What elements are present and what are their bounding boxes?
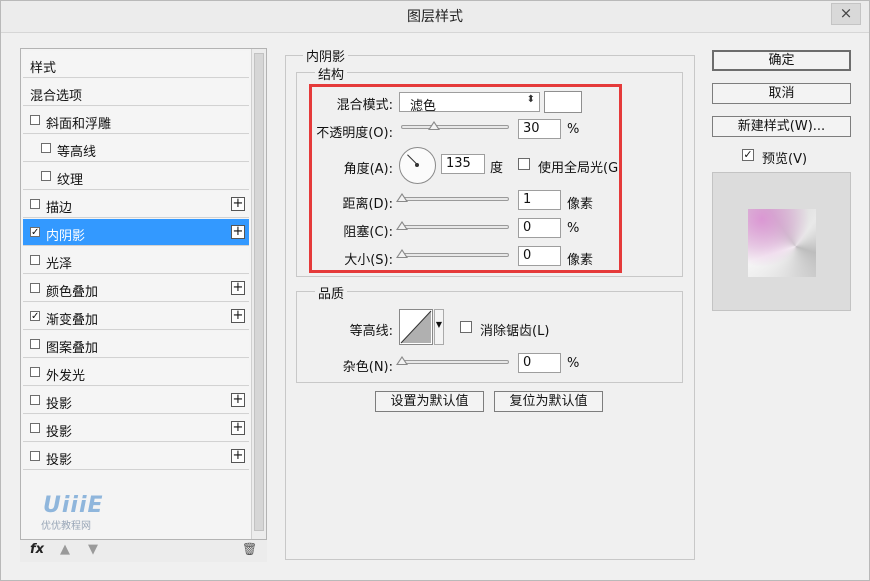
watermark-logo: UiiiE 优优教程网 (39, 493, 119, 533)
add-effect-plus-icon[interactable]: + (231, 225, 245, 239)
styles-list: 样式混合选项斜面和浮雕等高线纹理描边 + ✓ 内阴影 + 光泽颜色叠加 + ✓ 渐变叠加 + 图案叠… (21, 49, 251, 539)
style-list-item[interactable]: 光泽 (23, 247, 249, 274)
style-item-checkbox[interactable] (30, 451, 40, 461)
style-item-label: 颜色叠加 (46, 285, 99, 300)
noise-label: 杂色(N): (342, 360, 393, 375)
style-item-label: 描边 (46, 201, 73, 216)
antialias-label: 消除锯齿(L) (480, 324, 550, 339)
style-list-item[interactable]: 等高线 (23, 135, 249, 162)
style-item-checkbox[interactable] (30, 339, 40, 349)
add-effect-plus-icon[interactable]: + (231, 449, 245, 463)
add-effect-plus-icon[interactable]: + (231, 421, 245, 435)
style-item-checkbox[interactable] (30, 395, 40, 405)
add-effect-plus-icon[interactable]: + (231, 309, 245, 323)
noise-slider[interactable] (396, 356, 509, 365)
preview-label: 预览(V) (762, 152, 808, 167)
style-list-item[interactable]: ✓ 渐变叠加 + (23, 303, 249, 330)
structure-title: 结构 (315, 64, 348, 83)
style-item-label: 外发光 (46, 369, 86, 384)
contour-picker[interactable] (399, 309, 433, 345)
layer-style-dialog: 图层样式 × 样式混合选项斜面和浮雕等高线纹理描边 + ✓ 内阴影 + 光泽颜色叠加 + ✓ 渐… (0, 0, 870, 581)
contour-label: 等高线: (349, 324, 393, 339)
style-item-label: 渐变叠加 (46, 313, 99, 328)
style-list-item[interactable]: 描边 + (23, 191, 249, 218)
preview-swatch (748, 209, 816, 277)
style-item-label: 纹理 (57, 173, 84, 188)
set-default-button[interactable]: 设置为默认值 (375, 391, 484, 412)
style-item-label: 光泽 (46, 257, 73, 272)
trash-icon[interactable]: 🗑 (242, 542, 257, 556)
style-item-checkbox[interactable] (30, 199, 40, 209)
dialog-title: 图层样式 (407, 9, 463, 25)
antialias-checkbox[interactable] (460, 321, 472, 333)
noise-unit: % (567, 356, 580, 371)
style-preview (712, 172, 851, 311)
ok-button[interactable]: 确定 (712, 50, 851, 71)
inner-shadow-title: 内阴影 (303, 46, 349, 65)
watermark-logo-text: UiiiE (43, 493, 104, 518)
scrollbar-thumb[interactable] (254, 53, 264, 531)
styles-list-scrollbar[interactable] (251, 49, 266, 539)
add-effect-plus-icon[interactable]: + (231, 197, 245, 211)
style-item-checkbox[interactable]: ✓ (30, 227, 40, 238)
style-item-checkbox[interactable] (30, 423, 40, 433)
style-list-item[interactable]: ✓ 内阴影 + (23, 219, 249, 246)
reset-default-button[interactable]: 复位为默认值 (494, 391, 603, 412)
style-list-item[interactable]: 投影 + (23, 443, 249, 470)
style-item-label: 斜面和浮雕 (46, 117, 112, 132)
noise-input[interactable]: 0 (518, 353, 561, 373)
style-list-item[interactable]: 外发光 (23, 359, 249, 386)
style-item-label: 等高线 (57, 145, 97, 160)
cancel-button[interactable]: 取消 (712, 83, 851, 104)
style-item-checkbox[interactable] (30, 283, 40, 293)
style-item-label: 投影 (46, 397, 73, 412)
move-down-icon[interactable]: ▼ (88, 542, 98, 557)
add-effect-plus-icon[interactable]: + (231, 393, 245, 407)
style-list-item[interactable]: 投影 + (23, 387, 249, 414)
style-item-label: 内阴影 (46, 229, 86, 244)
preview-checkbox[interactable]: ✓ (742, 149, 754, 161)
style-item-checkbox[interactable] (30, 255, 40, 265)
watermark-caption: 优优教程网 (41, 521, 91, 532)
style-item-checkbox[interactable] (30, 367, 40, 377)
style-list-item[interactable]: 混合选项 (23, 79, 249, 106)
quality-title: 品质 (315, 283, 348, 302)
style-list-item[interactable]: 斜面和浮雕 (23, 107, 249, 134)
style-item-label: 投影 (46, 453, 73, 468)
title-bar: 图层样式 × (1, 1, 869, 33)
highlight-box (309, 84, 622, 273)
style-item-label: 图案叠加 (46, 341, 99, 356)
style-item-checkbox[interactable] (41, 171, 51, 181)
noise-slider-knob[interactable] (396, 356, 408, 365)
move-up-icon[interactable]: ▲ (60, 542, 70, 557)
style-item-checkbox[interactable]: ✓ (30, 311, 40, 322)
new-style-button[interactable]: 新建样式(W)... (712, 116, 851, 137)
add-effect-plus-icon[interactable]: + (231, 281, 245, 295)
style-list-item[interactable]: 图案叠加 (23, 331, 249, 358)
style-item-label: 投影 (46, 425, 73, 440)
style-item-checkbox[interactable] (41, 143, 51, 153)
style-list-item[interactable]: 颜色叠加 + (23, 275, 249, 302)
fx-icon[interactable]: fx (30, 542, 44, 557)
style-list-item[interactable]: 纹理 (23, 163, 249, 190)
style-item-label: 混合选项 (30, 89, 83, 104)
style-list-item[interactable]: 样式 (23, 51, 249, 78)
styles-list-toolbar: fx ▲ ▼ 🗑 (20, 540, 267, 562)
styles-list-panel: 样式混合选项斜面和浮雕等高线纹理描边 + ✓ 内阴影 + 光泽颜色叠加 + ✓ 渐变叠加 + 图案叠… (20, 48, 267, 540)
contour-linear-icon (400, 310, 432, 344)
style-list-item[interactable]: 投影 + (23, 415, 249, 442)
close-button[interactable]: × (831, 3, 861, 25)
contour-dropdown-arrow[interactable]: ▼ (434, 309, 444, 345)
style-item-checkbox[interactable] (30, 115, 40, 125)
style-item-label: 样式 (30, 61, 57, 76)
